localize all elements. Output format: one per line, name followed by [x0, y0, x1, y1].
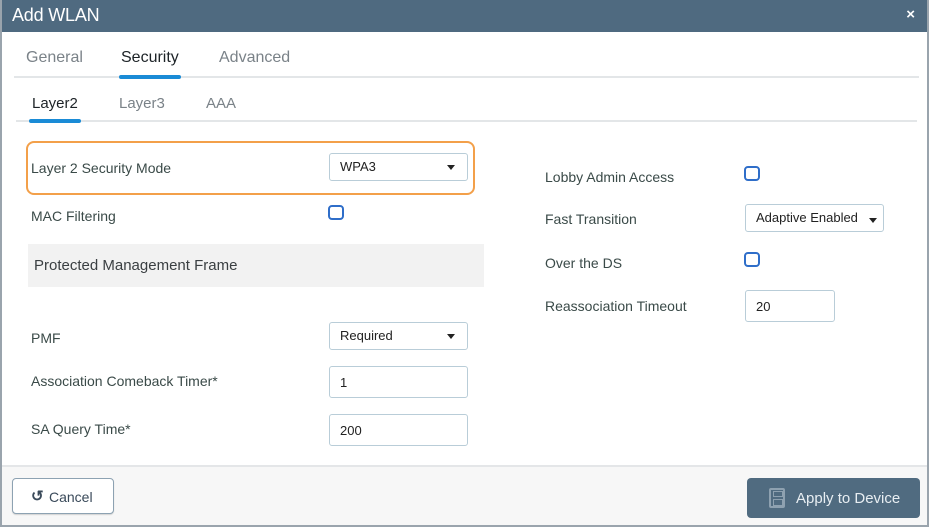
- tab-advanced[interactable]: Advanced: [219, 49, 290, 77]
- add-wlan-dialog: Add WLAN × General Security Advanced Lay…: [0, 0, 929, 527]
- subtab-layer3[interactable]: Layer3: [119, 95, 165, 121]
- undo-icon: ↺: [31, 488, 44, 505]
- security-subtabs: Layer2 Layer3 AAA: [16, 92, 917, 123]
- over-the-ds-checkbox[interactable]: [744, 252, 760, 267]
- fast-transition-value: Adaptive Enabled: [756, 210, 858, 225]
- over-the-ds-label: Over the DS: [545, 255, 623, 271]
- pmf-label: PMF: [31, 330, 61, 346]
- layer2-security-mode-value: WPA3: [340, 159, 376, 174]
- close-icon[interactable]: ×: [906, 6, 915, 23]
- cancel-label: Cancel: [49, 489, 93, 505]
- main-tabs: General Security Advanced: [14, 46, 919, 79]
- apply-to-device-button[interactable]: Apply to Device: [747, 478, 920, 518]
- fast-transition-select[interactable]: Adaptive Enabled: [745, 204, 884, 232]
- apply-label: Apply to Device: [796, 490, 901, 507]
- title-bar: Add WLAN ×: [2, 0, 927, 32]
- pmf-value: Required: [340, 328, 393, 343]
- save-icon: [769, 488, 785, 508]
- subtab-aaa[interactable]: AAA: [206, 95, 236, 121]
- reassociation-timeout-label: Reassociation Timeout: [545, 298, 687, 314]
- dialog-footer: ↺ Cancel Apply to Device: [2, 465, 927, 525]
- assoc-comeback-timer-input[interactable]: [329, 366, 468, 398]
- dialog-title: Add WLAN: [12, 5, 100, 25]
- pmf-select[interactable]: Required: [329, 322, 468, 350]
- fast-transition-label: Fast Transition: [545, 211, 637, 227]
- pmf-section-header: Protected Management Frame: [28, 244, 484, 287]
- tab-general[interactable]: General: [26, 49, 83, 77]
- section-title: Protected Management Frame: [34, 257, 238, 274]
- chevron-down-icon: [447, 165, 455, 170]
- layer2-security-mode-label: Layer 2 Security Mode: [31, 160, 172, 176]
- cancel-button[interactable]: ↺ Cancel: [12, 478, 114, 514]
- lobby-admin-access-checkbox[interactable]: [744, 166, 760, 181]
- tab-security[interactable]: Security: [119, 49, 181, 79]
- assoc-comeback-timer-label: Association Comeback Timer*: [31, 373, 218, 389]
- lobby-admin-access-label: Lobby Admin Access: [545, 169, 675, 185]
- chevron-down-icon: [447, 334, 455, 339]
- sa-query-time-input[interactable]: [329, 414, 468, 446]
- mac-filtering-checkbox[interactable]: [328, 205, 344, 220]
- reassociation-timeout-input[interactable]: [745, 290, 835, 322]
- sa-query-time-label: SA Query Time*: [31, 421, 131, 437]
- layer2-security-mode-select[interactable]: WPA3: [329, 153, 468, 181]
- mac-filtering-label: MAC Filtering: [31, 208, 116, 224]
- chevron-down-icon: [869, 218, 877, 223]
- subtab-layer2[interactable]: Layer2: [29, 95, 81, 123]
